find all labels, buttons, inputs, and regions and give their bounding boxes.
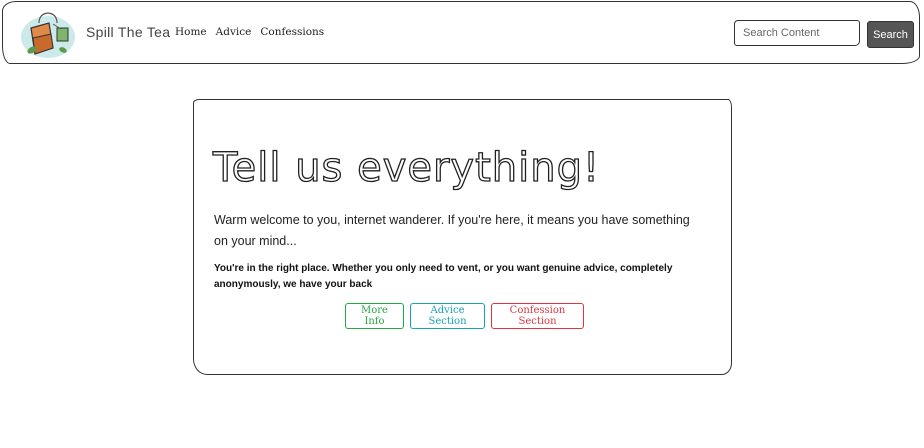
tea-bag-icon[interactable] — [19, 10, 77, 60]
hero-card: Tell us everything! Warm welcome to you,… — [193, 99, 732, 375]
search-button[interactable]: Search — [867, 21, 914, 48]
confession-section-button[interactable]: Confession Section — [491, 303, 584, 329]
hero-sub-text: You're in the right place. Whether you o… — [214, 263, 673, 290]
hero-title: Tell us everything! — [212, 144, 601, 191]
navbar: Spill The Tea Home Advice Confessions Se… — [2, 1, 920, 64]
more-info-button[interactable]: More Info — [345, 303, 404, 329]
search-input[interactable] — [734, 20, 860, 46]
advice-section-button[interactable]: Advice Section — [410, 303, 485, 329]
nav-link-home[interactable]: Home — [175, 26, 207, 38]
hero-lead-text: Warm welcome to you, internet wanderer. … — [214, 213, 690, 248]
nav-links: Home Advice Confessions — [175, 26, 324, 38]
hero-button-row: More Info Advice Section Confession Sect… — [345, 303, 584, 329]
brand-title[interactable]: Spill The Tea — [86, 24, 170, 40]
nav-link-advice[interactable]: Advice — [216, 26, 252, 38]
nav-link-confessions[interactable]: Confessions — [260, 26, 324, 38]
